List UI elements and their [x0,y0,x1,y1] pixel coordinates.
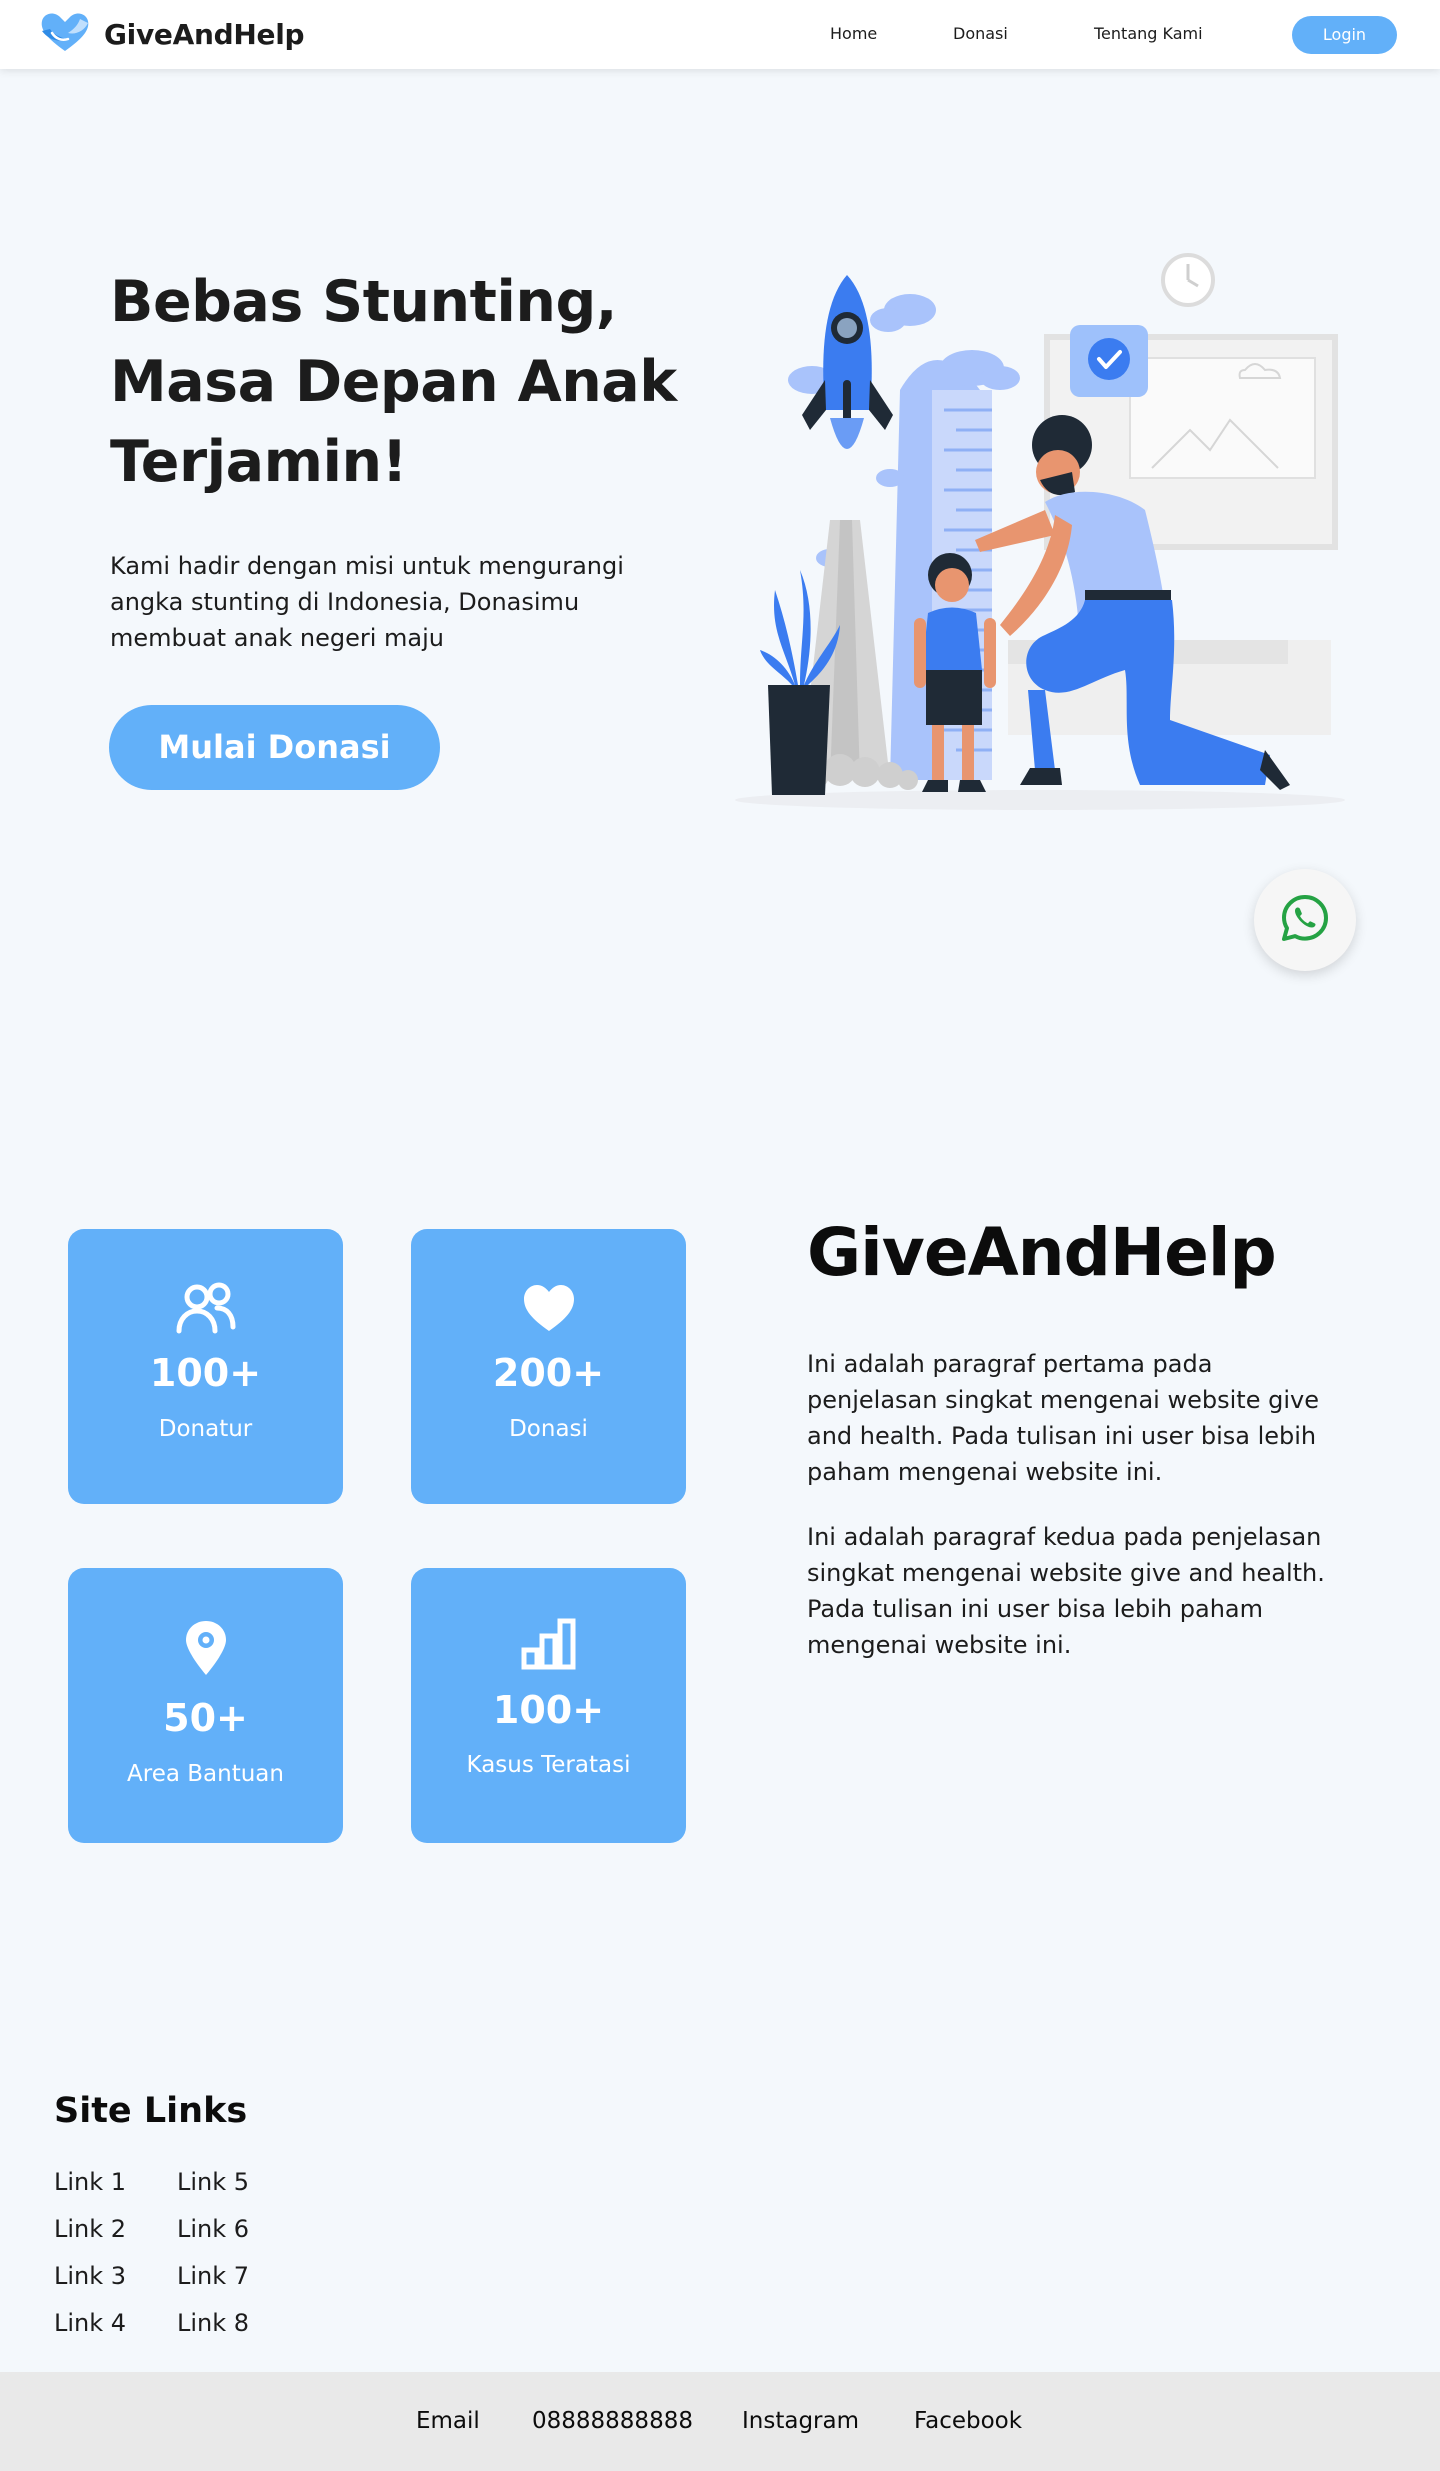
stat-value-donasi: 200+ [492,1351,605,1395]
site-link-7[interactable]: Link 7 [177,2262,249,2290]
footer-facebook[interactable]: Facebook [914,2408,1022,2434]
stat-value-kasus-teratasi: 100+ [492,1688,605,1732]
stat-card-donasi: 200+ Donasi [411,1229,686,1504]
footer-instagram[interactable]: Instagram [742,2408,859,2434]
stat-card-kasus-teratasi: 100+ Kasus Teratasi [411,1568,686,1843]
brand-logo[interactable]: GiveAndHelp [38,9,305,59]
mulai-donasi-button[interactable]: Mulai Donasi [109,705,440,790]
stat-card-donatur: 100+ Donatur [68,1229,343,1504]
heart-icon [522,1283,576,1333]
whatsapp-icon [1280,893,1330,947]
hero-description: Kami hadir dengan misi untuk mengurangi … [110,552,624,652]
site-link-6[interactable]: Link 6 [177,2215,249,2243]
footer: Email 08888888888 Instagram Facebook [0,2372,1440,2471]
stat-label-donatur: Donatur [158,1416,253,1442]
about-paragraph-2: Ini adalah paragraf kedua pada penjelasa… [807,1523,1325,1659]
stat-card-area-bantuan: 50+ Area Bantuan [68,1568,343,1843]
footer-phone[interactable]: 08888888888 [532,2408,693,2434]
footer-email[interactable]: Email [416,2408,480,2434]
heart-hands-icon [38,9,92,59]
site-link-4[interactable]: Link 4 [54,2309,126,2337]
navbar: GiveAndHelp Home Donasi Tentang Kami Log… [0,0,1440,69]
users-icon [173,1281,239,1335]
brand-name: GiveAndHelp [104,17,305,51]
location-pin-icon [184,1620,228,1676]
bar-chart-icon [521,1618,577,1670]
site-links-title: Site Links [54,2091,248,2131]
site-link-2[interactable]: Link 2 [54,2215,126,2243]
nav-tentang-kami-link[interactable]: Tentang Kami [1094,24,1203,43]
nav-home-link[interactable]: Home [830,24,877,43]
site-link-3[interactable]: Link 3 [54,2262,126,2290]
stat-value-donatur: 100+ [149,1351,262,1395]
stat-label-area-bantuan: Area Bantuan [127,1761,284,1787]
site-link-5[interactable]: Link 5 [177,2168,249,2196]
whatsapp-button[interactable] [1254,869,1356,971]
hero-title: Bebas Stunting, Masa Depan Anak Terjamin… [110,269,677,495]
about-paragraph-1: Ini adalah paragraf pertama pada penjela… [807,1350,1319,1486]
father-measuring-child-height-illustration [700,240,1370,820]
about-title: GiveAndHelp [807,1214,1277,1291]
login-button[interactable]: Login [1292,16,1397,54]
stat-label-kasus-teratasi: Kasus Teratasi [466,1752,631,1778]
stat-label-donasi: Donasi [509,1416,588,1442]
site-link-8[interactable]: Link 8 [177,2309,249,2337]
stat-value-area-bantuan: 50+ [163,1696,248,1740]
site-link-1[interactable]: Link 1 [54,2168,126,2196]
nav-donasi-link[interactable]: Donasi [953,24,1008,43]
